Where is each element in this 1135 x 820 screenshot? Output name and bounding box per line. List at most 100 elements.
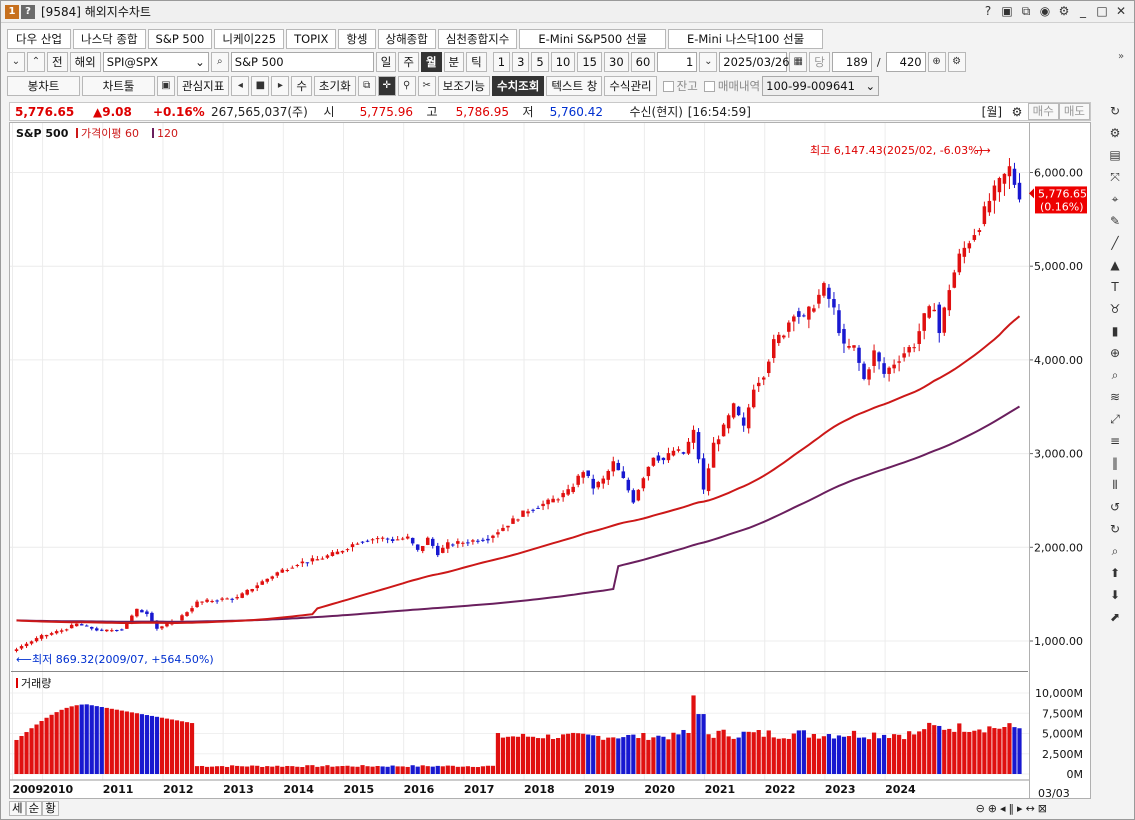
settings-icon[interactable]: ⚙: [1012, 105, 1028, 119]
tab-sp500[interactable]: S&P 500: [147, 29, 213, 49]
tab-topix[interactable]: TOPIX: [286, 29, 337, 49]
pin-icon[interactable]: ⚲: [397, 76, 416, 96]
price-chart[interactable]: 1,000.00 2,000.00 3,000.00 4,000.00 5,000.00…: [10, 123, 1090, 800]
channel-icon[interactable]: ≡: [1104, 432, 1126, 451]
minute-5[interactable]: 5: [531, 52, 549, 72]
expand-icon[interactable]: ⊠: [1038, 802, 1047, 815]
zoom-icon[interactable]: ⊕: [1104, 344, 1126, 363]
bottom-hwang-button[interactable]: 황: [42, 801, 59, 816]
period-week[interactable]: 주: [398, 52, 419, 72]
account-select[interactable]: 100-99-009641 ⌄: [762, 76, 880, 96]
aux-function-button[interactable]: 보조기능: [437, 76, 490, 96]
arrow-up-icon[interactable]: ⬆: [1104, 564, 1126, 583]
chart-area[interactable]: 1,000.00 2,000.00 3,000.00 4,000.00 5,000.00…: [9, 122, 1091, 800]
scroll-right-icon[interactable]: ▸: [1017, 802, 1023, 815]
checkbox-icon[interactable]: [703, 80, 715, 92]
count-input[interactable]: 189: [831, 52, 872, 72]
period-tick[interactable]: 틱: [466, 52, 487, 72]
period-day[interactable]: 일: [375, 52, 397, 72]
tab-shanghai[interactable]: 상해종합: [377, 29, 436, 49]
dang-button[interactable]: 당: [809, 52, 830, 72]
minute-3[interactable]: 3: [512, 52, 530, 72]
maximize-icon[interactable]: □: [1095, 4, 1109, 18]
calendar-icon[interactable]: ▦: [789, 52, 808, 72]
stop-icon[interactable]: ■: [251, 76, 270, 96]
save-icon[interactable]: ▣: [157, 76, 175, 96]
period-minute[interactable]: 분: [443, 52, 465, 72]
trade-history-checkbox[interactable]: 매매내역: [703, 78, 760, 94]
zoom-out-icon[interactable]: ⊖: [976, 802, 985, 815]
checkbox-icon[interactable]: [662, 80, 674, 92]
bottom-sun-button[interactable]: 순: [25, 801, 43, 816]
su-button[interactable]: 수: [291, 76, 312, 96]
tab-emini-sp500[interactable]: E-Mini S&P500 선물: [519, 29, 666, 49]
settings-icon[interactable]: ⚙: [947, 52, 966, 72]
pen-icon[interactable]: ✎: [1104, 212, 1126, 231]
bull-icon[interactable]: ♉: [1104, 300, 1126, 319]
minute-10[interactable]: 10: [550, 52, 576, 72]
reset-button[interactable]: 초기화: [313, 76, 356, 96]
trend-icon[interactable]: ⤧: [1104, 168, 1126, 187]
tab-shenzhen[interactable]: 심천종합지수: [437, 29, 518, 49]
indicator-button[interactable]: 관심지표: [177, 76, 230, 96]
search-icon[interactable]: ⌕: [210, 52, 229, 72]
play-icon[interactable]: ▸: [271, 76, 290, 96]
bars-icon[interactable]: ‖: [1104, 454, 1126, 473]
text-window-button[interactable]: 텍스트 창: [546, 76, 603, 96]
search-icon[interactable]: ⌕: [1104, 542, 1126, 561]
close-icon[interactable]: ✕: [1114, 4, 1128, 18]
balance-checkbox[interactable]: 잔고: [662, 78, 698, 94]
toolbar-scroll-icon[interactable]: »: [1114, 51, 1128, 73]
help-badge[interactable]: ?: [21, 4, 35, 19]
undo-icon[interactable]: ↺: [1104, 498, 1126, 517]
camera-icon[interactable]: ◉: [1038, 4, 1052, 18]
indicator-icon[interactable]: ▤: [1104, 146, 1126, 165]
scroll-left-icon[interactable]: ◂: [1000, 802, 1006, 815]
minimize-icon[interactable]: _: [1076, 4, 1090, 18]
symbol-input[interactable]: SPI@SPX ⌄: [102, 52, 209, 72]
scissors-icon[interactable]: ✂: [417, 76, 436, 96]
formula-button[interactable]: 수식관리: [604, 76, 657, 96]
chevron-down-icon[interactable]: ⌄: [699, 52, 718, 72]
bars2-icon[interactable]: ⦀: [1104, 476, 1126, 495]
redo-icon[interactable]: ↻: [1104, 520, 1126, 539]
date-input[interactable]: 2025/03/26: [719, 52, 790, 72]
bottom-se-button[interactable]: 세: [9, 801, 26, 816]
tab-dow[interactable]: 다우 산업: [7, 29, 71, 49]
value-lookup-button[interactable]: 수치조회: [492, 76, 545, 96]
pause-icon[interactable]: ‖: [1009, 802, 1015, 815]
minute-60[interactable]: 60: [630, 52, 656, 72]
refresh-icon[interactable]: ↻: [1104, 102, 1126, 121]
region-button[interactable]: 해외: [69, 52, 101, 72]
minute-30[interactable]: 30: [604, 52, 629, 72]
chart-tools-button[interactable]: 차트툴: [82, 76, 155, 96]
period-month[interactable]: 월: [420, 52, 442, 72]
candle-icon[interactable]: ▮: [1104, 322, 1126, 341]
text-icon[interactable]: T: [1104, 278, 1126, 297]
play-back-icon[interactable]: ◂: [231, 76, 250, 96]
total-input[interactable]: 420: [885, 52, 926, 72]
zoom-in-icon[interactable]: ⊕: [988, 802, 997, 815]
arrow-expand-icon[interactable]: ⬈: [1104, 608, 1126, 627]
tab-nasdaq[interactable]: 나스닥 종합: [72, 29, 146, 49]
minute-1[interactable]: 1: [492, 52, 511, 72]
crosshair-tool-icon[interactable]: ⌖: [1104, 190, 1126, 209]
interval-select[interactable]: 1: [657, 52, 698, 72]
layout-icon[interactable]: ⧉: [357, 76, 376, 96]
tab-emini-nasdaq100[interactable]: E-Mini 나스닥100 선물: [667, 29, 824, 49]
sell-button[interactable]: 매도: [1058, 103, 1090, 120]
settings-icon[interactable]: ⚙: [1057, 4, 1071, 18]
line-icon[interactable]: ╱: [1104, 234, 1126, 253]
tab-nikkei[interactable]: 니케이225: [214, 29, 285, 49]
fit-icon[interactable]: ↔: [1026, 802, 1035, 815]
magnify-icon[interactable]: ⌕: [1104, 366, 1126, 385]
auto-icon[interactable]: ▲: [1104, 256, 1126, 275]
arrow-down-icon[interactable]: ⬇: [1104, 586, 1126, 605]
link-icon[interactable]: ▣: [1000, 4, 1014, 18]
fib-icon[interactable]: ≋: [1104, 388, 1126, 407]
prev-button[interactable]: 전: [47, 52, 68, 72]
candle-chart-button[interactable]: 봉차트: [7, 76, 80, 96]
help-icon[interactable]: ?: [981, 4, 995, 18]
trend-down-icon[interactable]: ⤢: [1104, 410, 1126, 429]
settings-icon[interactable]: ⚙: [1104, 124, 1126, 143]
